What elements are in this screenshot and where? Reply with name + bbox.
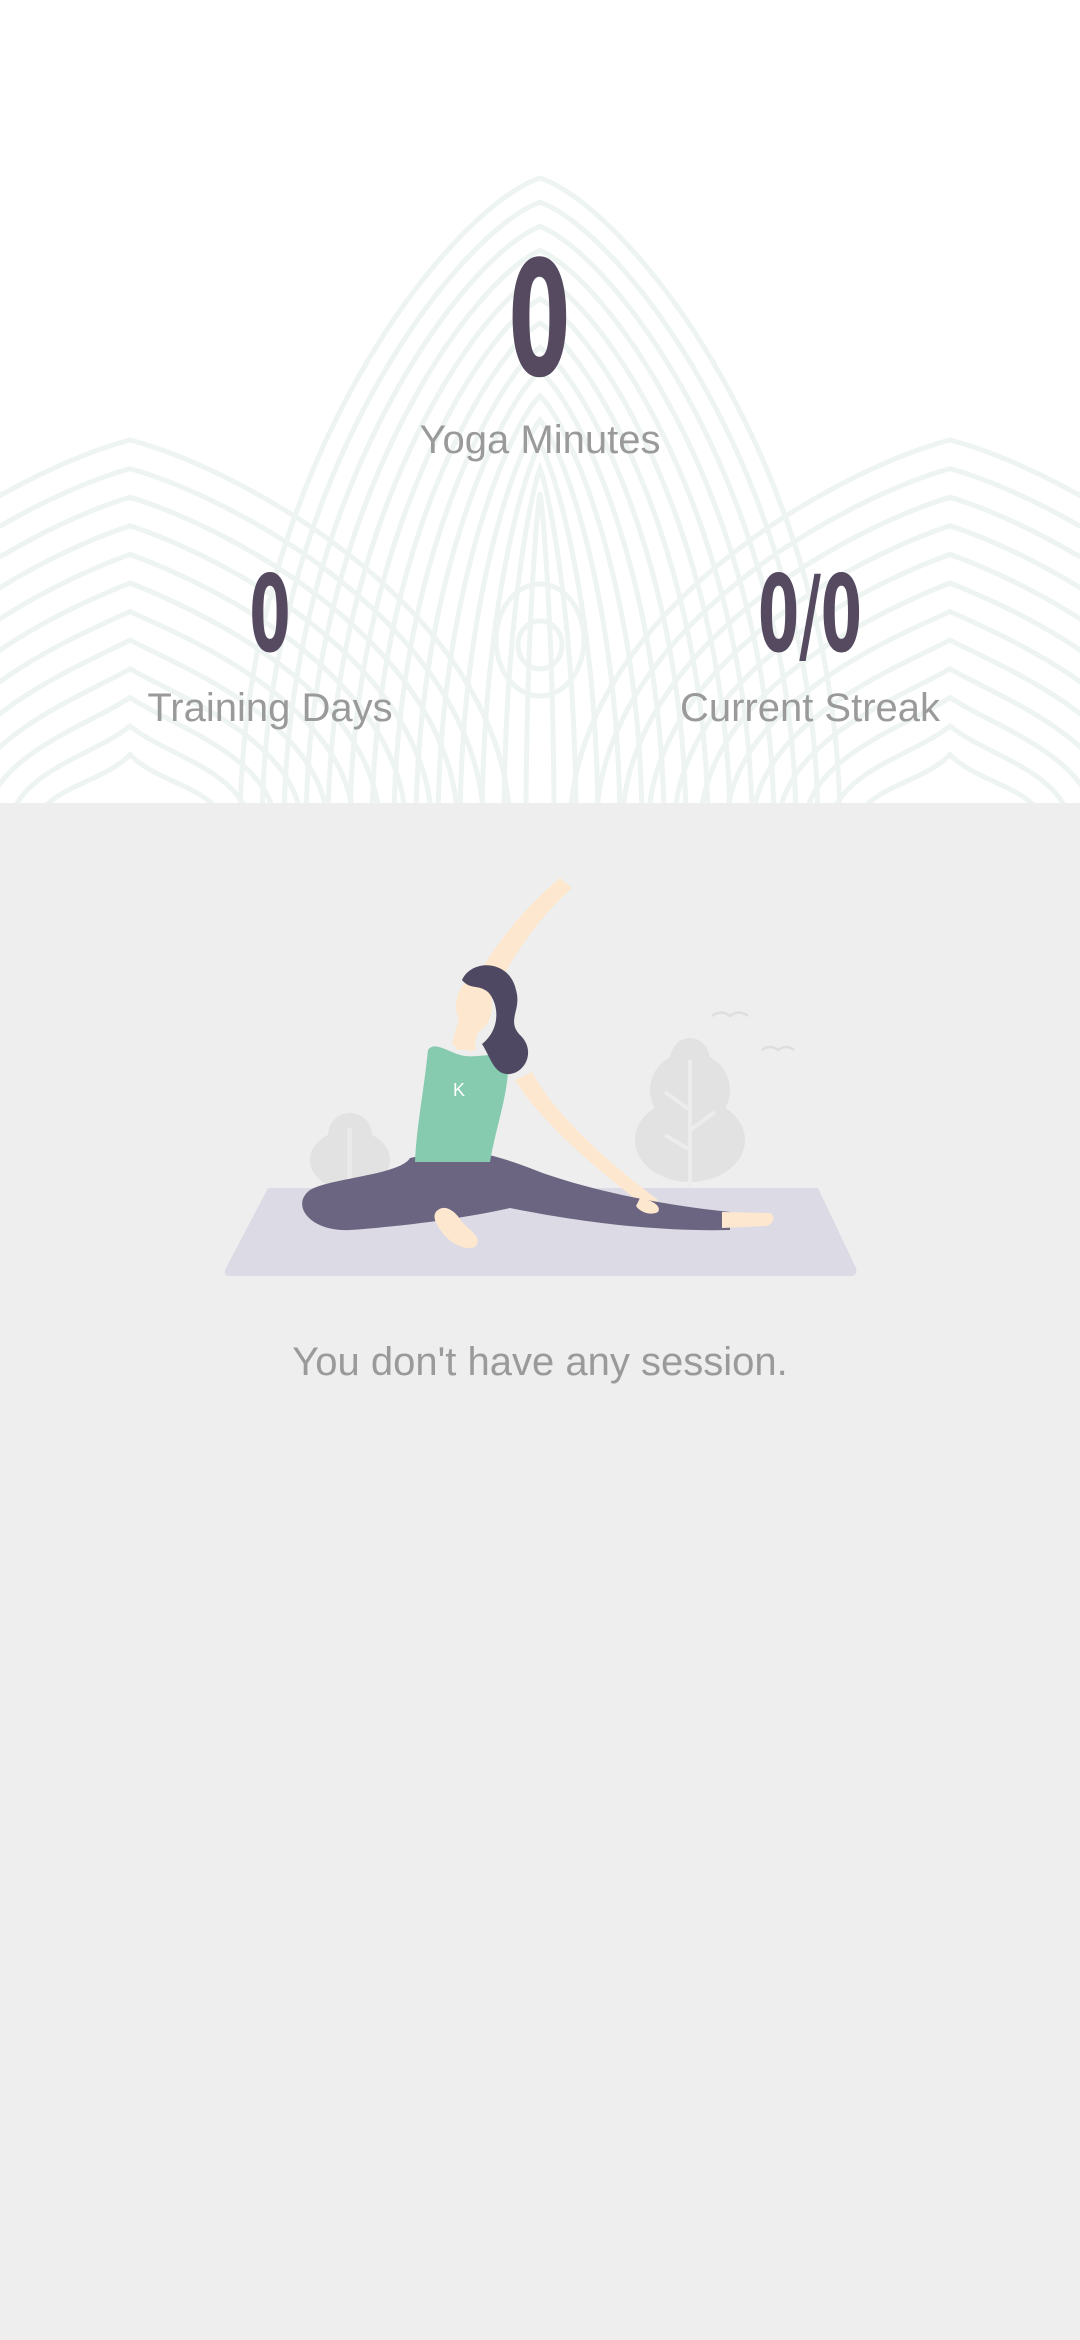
- training-days-stat: 0 Training Days: [70, 553, 470, 730]
- current-streak-stat: 0/0 Current Streak: [610, 553, 1010, 730]
- birds-icon: [711, 1011, 795, 1052]
- yoga-minutes-label: Yoga Minutes: [419, 418, 661, 462]
- training-days-value: 0: [249, 553, 291, 676]
- front-foot: [722, 1212, 774, 1228]
- training-days-label: Training Days: [147, 686, 393, 730]
- yoga-woman-illustration: K: [224, 878, 857, 1276]
- current-streak-value: 0/0: [758, 553, 862, 676]
- current-streak-label: Current Streak: [679, 686, 941, 730]
- shirt-logo: K: [453, 1080, 465, 1100]
- stats-panel: 0 Yoga Minutes 0 Training Days 0/0 Curre…: [0, 0, 1080, 803]
- yoga-minutes-stat: 0 Yoga Minutes: [290, 226, 790, 462]
- plant-right-icon: [635, 1038, 745, 1200]
- empty-state-message: You don't have any session.: [292, 1340, 788, 1384]
- yoga-minutes-value: 0: [508, 226, 572, 413]
